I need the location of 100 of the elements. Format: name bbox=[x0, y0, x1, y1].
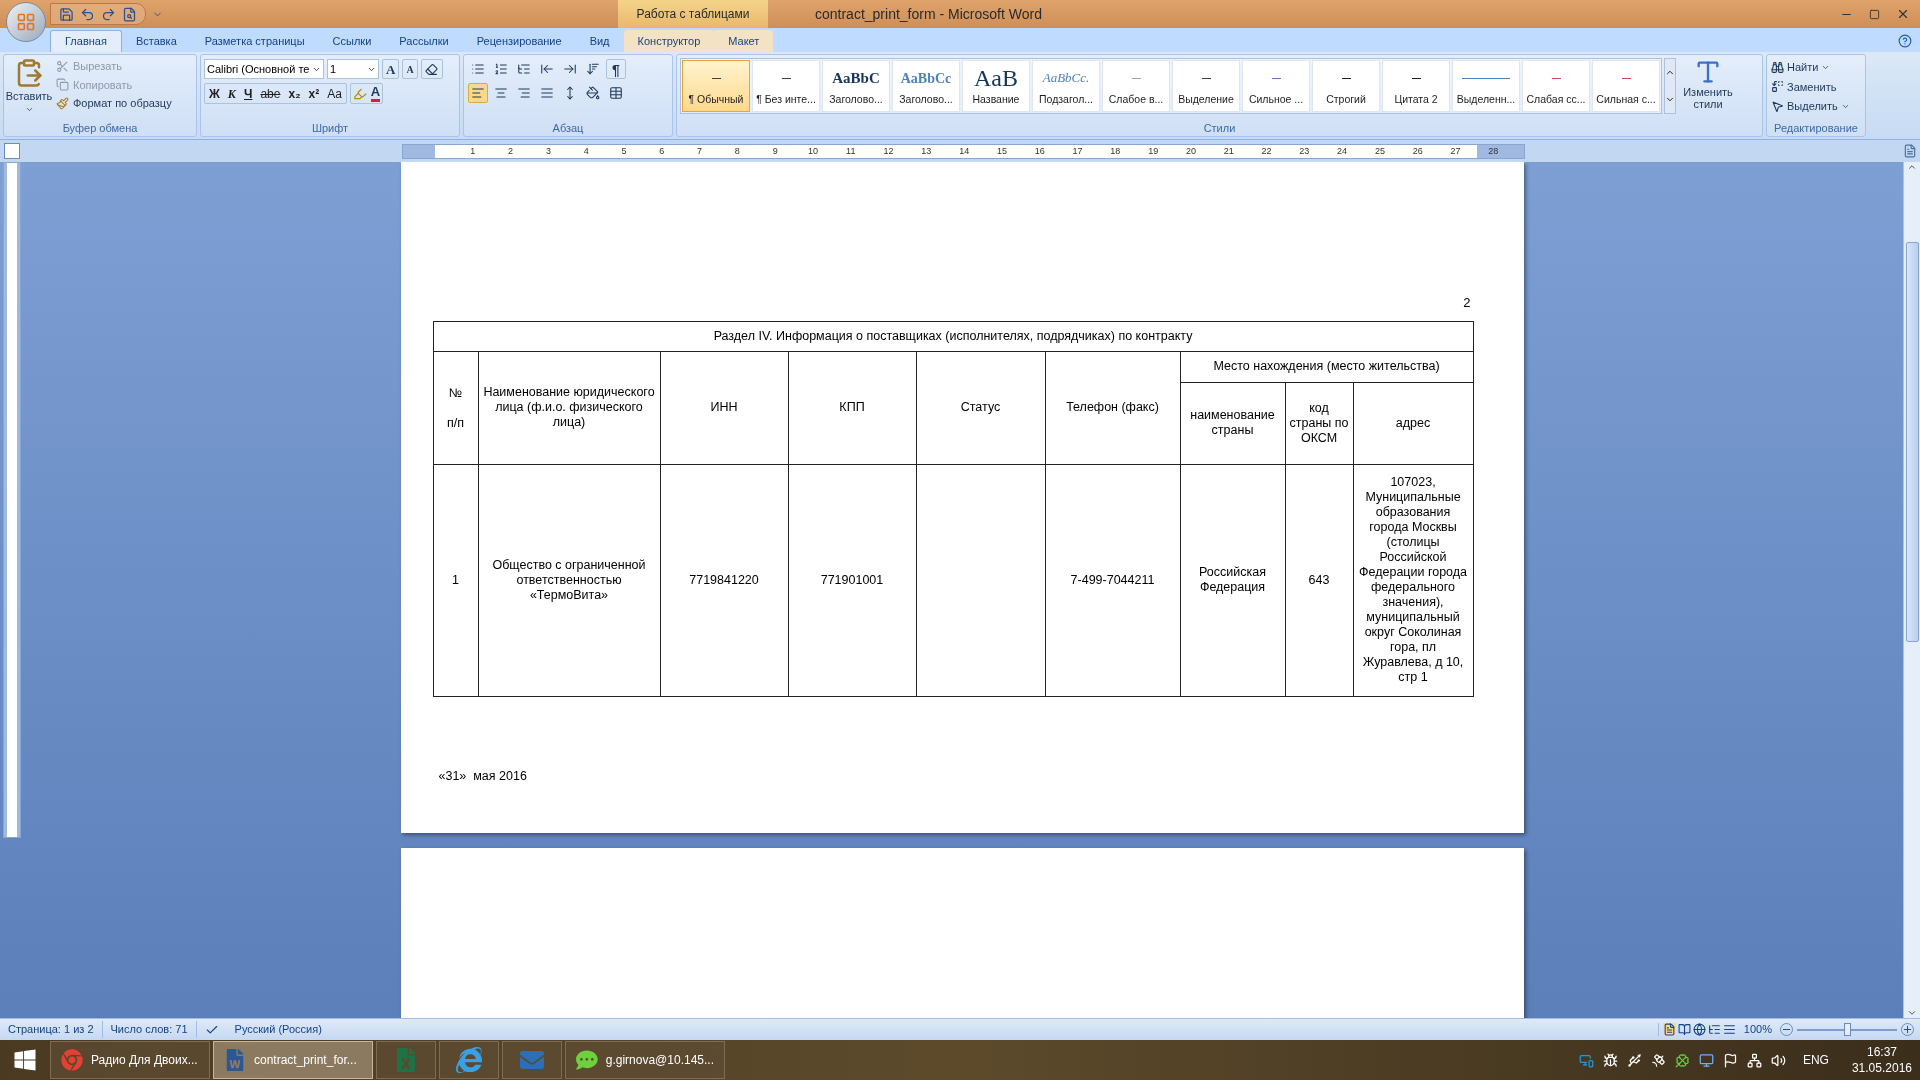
style-item[interactable]: Сильная с... bbox=[1592, 60, 1660, 112]
language-indicator[interactable]: ENG bbox=[1802, 1051, 1829, 1069]
vertical-scrollbar[interactable] bbox=[1903, 162, 1920, 1018]
style-item[interactable]: AaBbC Заголово... bbox=[822, 60, 890, 112]
scroll-up-icon[interactable] bbox=[1907, 162, 1917, 172]
ruler-number: 21 bbox=[1223, 146, 1234, 156]
restore-icon[interactable] bbox=[1869, 8, 1880, 20]
help-icon[interactable] bbox=[1898, 34, 1912, 48]
taskbar-item[interactable]: Радио Для Двоих... bbox=[50, 1041, 210, 1079]
remote-icon[interactable] bbox=[1578, 1052, 1594, 1068]
highlight-icon[interactable] bbox=[352, 86, 367, 101]
group-label: Редактирование bbox=[1773, 121, 1859, 136]
style-item[interactable]: Строгий bbox=[1312, 60, 1380, 112]
zoom-in-icon[interactable] bbox=[1901, 1023, 1914, 1036]
select-button[interactable]: Выделить bbox=[1771, 98, 1861, 115]
outline-view-icon[interactable] bbox=[1707, 1023, 1721, 1036]
document-icon bbox=[224, 1049, 246, 1071]
style-item[interactable]: AaBbCc. Подзагол... bbox=[1032, 60, 1100, 112]
clear-format-button[interactable] bbox=[420, 59, 443, 79]
ribbon-tab[interactable]: Рассылки bbox=[385, 30, 463, 52]
format-button[interactable]: x₂ bbox=[284, 84, 305, 103]
network-icon[interactable] bbox=[1746, 1052, 1762, 1068]
grow-font-button[interactable]: A bbox=[382, 59, 400, 79]
zoom-slider-thumb[interactable] bbox=[1844, 1022, 1851, 1036]
style-item[interactable]: ¶ Без инте... bbox=[752, 60, 820, 112]
taskbar-item[interactable]: contract_print_for... bbox=[213, 1041, 373, 1079]
style-item[interactable]: Выделенн... bbox=[1452, 60, 1520, 112]
style-item[interactable]: AaB Название bbox=[962, 60, 1030, 112]
show-marks-button[interactable]: ¶ bbox=[606, 59, 626, 79]
bug-icon[interactable] bbox=[1602, 1052, 1618, 1068]
copy-icon bbox=[56, 78, 69, 92]
action-center-icon[interactable] bbox=[1722, 1052, 1738, 1068]
style-item[interactable]: ¶ Обычный bbox=[682, 60, 750, 112]
ribbon-tab[interactable]: Рецензирование bbox=[462, 30, 576, 52]
scroll-down-icon[interactable] bbox=[1907, 1008, 1917, 1018]
word-count-text[interactable]: Число слов: 71 bbox=[102, 1021, 197, 1038]
ruler-number: 8 bbox=[734, 146, 740, 156]
style-preview: AaBbC bbox=[832, 68, 880, 88]
format-button[interactable]: abe bbox=[256, 84, 285, 103]
format-painter-button[interactable]: Формат по образцу bbox=[56, 95, 172, 112]
format-button[interactable]: Ж bbox=[205, 84, 224, 103]
style-item[interactable]: Слабое в... bbox=[1102, 60, 1170, 112]
style-item[interactable]: Слабая сс... bbox=[1522, 60, 1590, 112]
format-button[interactable]: x² bbox=[304, 84, 324, 103]
undo-icon[interactable] bbox=[80, 6, 95, 22]
shrink-font-button[interactable]: A bbox=[402, 59, 418, 79]
web-layout-icon[interactable] bbox=[1692, 1023, 1706, 1036]
print-preview-icon[interactable] bbox=[122, 6, 137, 22]
font-name-field[interactable]: Calibri (Основной те bbox=[204, 59, 324, 79]
ribbon-tab[interactable]: Макет bbox=[714, 30, 774, 52]
monitor-icon[interactable] bbox=[1698, 1052, 1714, 1068]
style-item[interactable]: AaBbCc Заголово... bbox=[892, 60, 960, 112]
format-button[interactable]: Aa bbox=[323, 84, 346, 103]
ribbon-tab[interactable]: Вид bbox=[575, 30, 624, 52]
usb-icon[interactable] bbox=[1626, 1052, 1642, 1068]
taskbar-item[interactable] bbox=[439, 1041, 499, 1079]
format-button[interactable]: К bbox=[223, 84, 240, 103]
style-item[interactable]: Цитата 2 bbox=[1382, 60, 1450, 112]
replace-icon bbox=[1771, 80, 1784, 94]
shading-icon bbox=[586, 86, 600, 100]
redo-icon[interactable] bbox=[101, 6, 116, 22]
satellite-icon[interactable] bbox=[1650, 1052, 1666, 1068]
ribbon-tab[interactable]: Разметка страницы bbox=[190, 30, 319, 52]
draft-view-icon[interactable] bbox=[1722, 1023, 1736, 1036]
change-styles-button[interactable]: Изменить стили bbox=[1678, 58, 1738, 110]
clock[interactable]: 16:37 31.05.2016 bbox=[1851, 1044, 1912, 1076]
ruler-number: 17 bbox=[1072, 146, 1083, 156]
ribbon-tab[interactable]: Конструктор bbox=[623, 30, 715, 52]
replace-button[interactable]: Заменить bbox=[1771, 78, 1861, 95]
align-icon bbox=[540, 86, 554, 100]
column-header: код страны по ОКСМ bbox=[1285, 382, 1353, 464]
taskbar-item[interactable]: g.girnova@10.145... bbox=[565, 1041, 725, 1079]
print-layout-icon[interactable] bbox=[1662, 1023, 1676, 1036]
ruler-number: 27 bbox=[1450, 146, 1461, 156]
spreadsheet-icon bbox=[394, 1048, 418, 1072]
view-ruler-icon[interactable] bbox=[1903, 144, 1917, 158]
font-size-field[interactable]: 1 bbox=[327, 59, 379, 79]
language-text[interactable]: Русский (Россия) bbox=[226, 1021, 330, 1038]
paste-button[interactable]: Вставить bbox=[8, 58, 50, 121]
bullet-list-icon bbox=[471, 62, 485, 76]
close-icon[interactable] bbox=[1896, 7, 1910, 21]
ribbon-tab[interactable]: Главная bbox=[50, 30, 122, 52]
clover-icon[interactable] bbox=[1674, 1052, 1690, 1068]
find-button[interactable]: Найти bbox=[1771, 59, 1861, 76]
ribbon-tab[interactable]: Вставка bbox=[121, 30, 191, 52]
start-icon[interactable] bbox=[13, 1048, 37, 1072]
style-item[interactable]: Выделение bbox=[1172, 60, 1240, 112]
table-cell: 107023, Муниципальные образования города Москвы (столицы Российской Федерации города федерального значения), муниципальный округ Соколиная гора, пл Журавлева, д 10, стр 1 bbox=[1353, 464, 1474, 696]
format-button[interactable]: Ч bbox=[240, 84, 257, 103]
align-button[interactable] bbox=[468, 83, 488, 103]
volume-icon[interactable] bbox=[1770, 1052, 1786, 1068]
save-icon[interactable] bbox=[59, 6, 74, 22]
reading-view-icon[interactable] bbox=[1677, 1023, 1691, 1036]
table-caption: Раздел IV. Информация о поставщиках (исполнителях, подрядчиках) по контракту bbox=[433, 321, 1474, 351]
page-count-text[interactable]: Страница: 1 из 2 bbox=[0, 1021, 103, 1038]
pointer-icon bbox=[1771, 99, 1784, 113]
style-item[interactable]: Сильное ... bbox=[1242, 60, 1310, 112]
ribbon-tab[interactable]: Ссылки bbox=[318, 30, 386, 52]
zoom-level-text[interactable]: 100% bbox=[1735, 1021, 1780, 1038]
tab-selector[interactable] bbox=[4, 143, 20, 159]
